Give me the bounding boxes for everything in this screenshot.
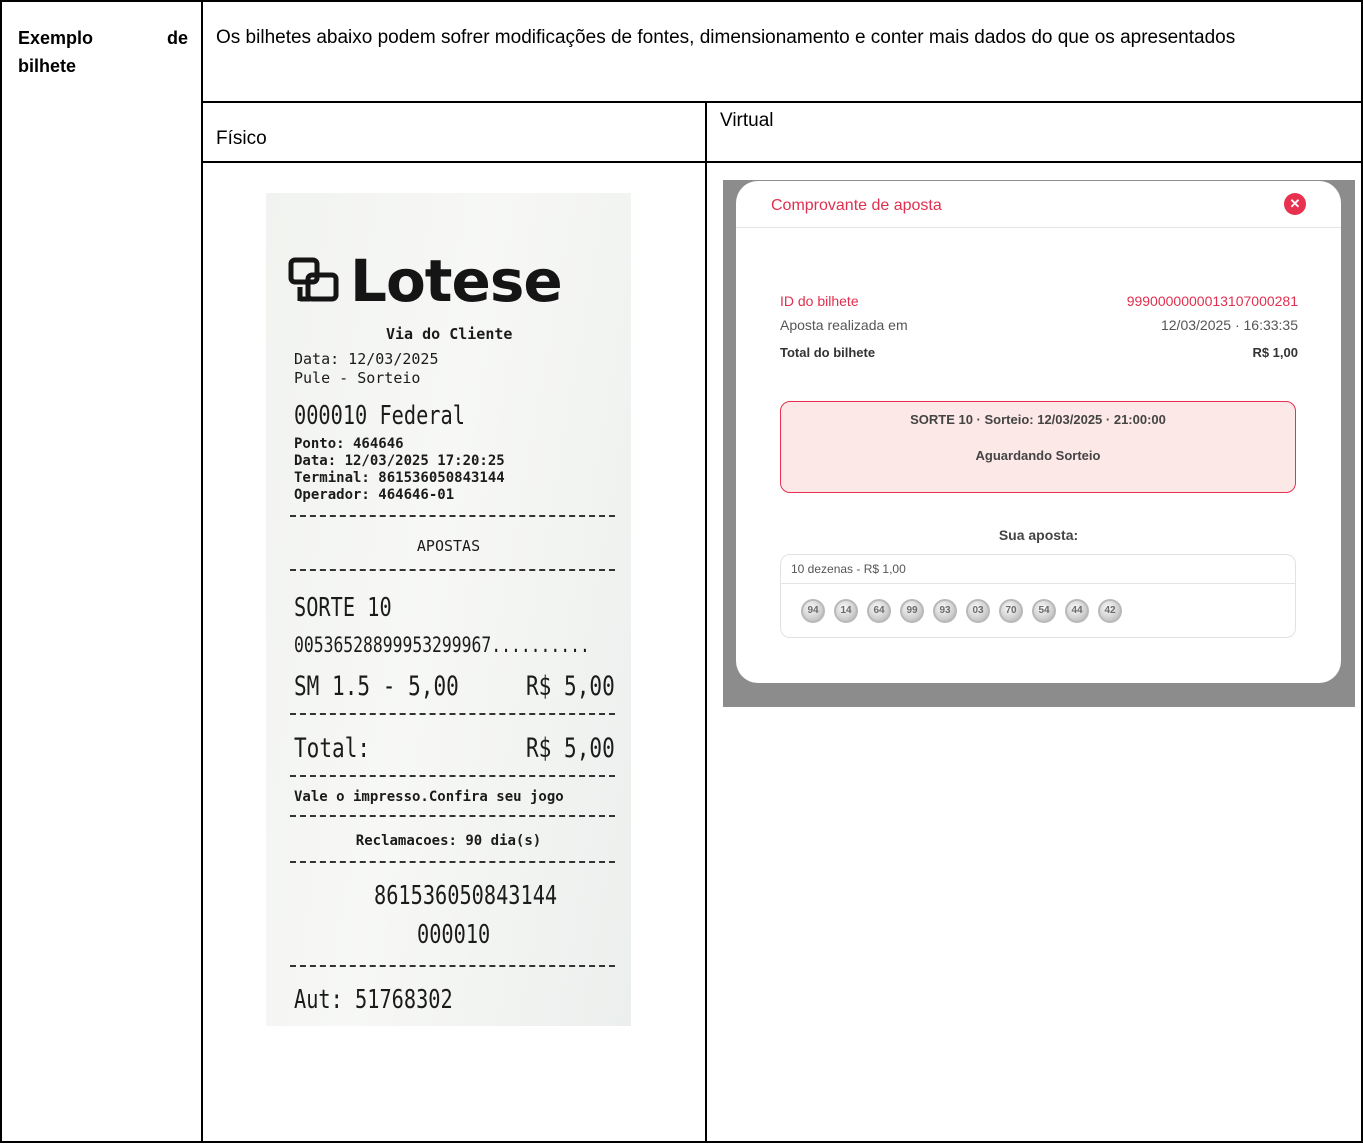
table-border-left <box>0 0 2 1143</box>
virtual-ticket-screenshot: Comprovante de aposta ✕ ID do bilhete 99… <box>723 180 1355 707</box>
receipt-separator <box>290 861 615 863</box>
receipt-data-hora: Data: 12/03/2025 17:20:25 <box>294 453 505 469</box>
receipt-logo-text: Lotese <box>350 247 563 315</box>
receipt-total-value: R$ 5,00 <box>526 733 615 764</box>
modal-title: Comprovante de aposta <box>771 197 942 214</box>
receipt-separator <box>290 569 615 571</box>
number-ball: 42 <box>1098 599 1122 623</box>
receipt-logo: Lotese <box>288 247 563 315</box>
label-word-de: de <box>166 28 188 48</box>
ticket-example-label: Exemplo de bilhete <box>18 24 188 80</box>
receipt-tagline: Via do Cliente <box>386 325 513 343</box>
receipt-apostas-heading: APOSTAS <box>416 537 481 555</box>
number-ball: 14 <box>834 599 858 623</box>
modal-header: Comprovante de aposta ✕ <box>736 181 1341 228</box>
table-divider-headers <box>201 161 1363 163</box>
close-icon[interactable]: ✕ <box>1284 193 1306 215</box>
label-word-exemplo: Exemplo <box>18 28 94 48</box>
ticket-id-value: 9990000000013107000281 <box>1126 293 1298 309</box>
receipt-line-right: R$ 5,00 <box>526 671 615 702</box>
receipt-separator <box>290 965 615 967</box>
ticket-id-row: ID do bilhete 9990000000013107000281 <box>780 293 1298 309</box>
ticket-example-table: Exemplo de bilhete Os bilhetes abaixo po… <box>0 0 1363 1144</box>
bet-receipt-modal: Comprovante de aposta ✕ ID do bilhete 99… <box>736 181 1341 683</box>
receipt-separator <box>290 515 615 517</box>
number-ball: 99 <box>900 599 924 623</box>
number-ball: 03 <box>966 599 990 623</box>
table-divider-label <box>201 0 203 1143</box>
lotese-logo-icon <box>288 257 339 302</box>
bet-details-box: 10 dezenas - R$ 1,00 94 14 64 99 93 03 7… <box>780 554 1296 638</box>
bet-summary: 10 dezenas - R$ 1,00 <box>791 562 906 576</box>
draw-info: SORTE 10 · Sorteio: 12/03/2025 · 21:00:0… <box>910 412 1166 427</box>
receipt-reclamacoes: Reclamacoes: 90 dia(s) <box>355 833 542 849</box>
draw-status-box: SORTE 10 · Sorteio: 12/03/2025 · 21:00:0… <box>780 401 1296 493</box>
receipt-aut: Aut: 51768302 <box>294 985 453 1015</box>
label-word-bilhete: bilhete <box>18 56 77 76</box>
ticket-total-label: Total do bilhete <box>780 345 876 360</box>
receipt-separator <box>290 815 615 817</box>
number-ball: 54 <box>1032 599 1056 623</box>
column-header-fisico: Físico <box>216 128 267 149</box>
column-header-virtual: Virtual <box>720 110 774 131</box>
receipt-date: Data: 12/03/2025 <box>294 350 439 368</box>
number-ball: 64 <box>867 599 891 623</box>
receipt-federal: 000010 Federal <box>294 401 465 431</box>
number-ball: 94 <box>801 599 825 623</box>
receipt-code2: 000010 <box>417 920 491 950</box>
physical-receipt-image: Lotese Via do Cliente Data: 12/03/2025 P… <box>266 193 631 1026</box>
receipt-operador: Operador: 464646-01 <box>294 487 455 503</box>
number-ball: 70 <box>999 599 1023 623</box>
receipt-game: SORTE 10 <box>294 593 392 623</box>
your-bet-heading: Sua aposta: <box>998 527 1079 543</box>
receipt-pule: Pule - Sorteio <box>294 369 421 387</box>
table-divider-intro <box>201 101 1363 103</box>
placed-at-label: Aposta realizada em <box>780 317 908 333</box>
receipt-total-label: Total: <box>294 733 371 764</box>
receipt-vale: Vale o impresso.Confira seu jogo <box>294 789 564 805</box>
receipt-numbers: 00536528899953299967.......... <box>294 633 590 657</box>
draw-status: Aguardando Sorteio <box>975 448 1101 463</box>
number-ball: 44 <box>1065 599 1089 623</box>
placed-at-row: Aposta realizada em 12/03/2025 · 16:33:3… <box>780 317 1298 333</box>
receipt-code1: 861536050843144 <box>374 881 558 911</box>
bet-box-divider <box>781 583 1295 584</box>
number-ball: 93 <box>933 599 957 623</box>
ticket-total-value: R$ 1,00 <box>1252 345 1298 360</box>
ticket-id-label: ID do bilhete <box>780 293 859 309</box>
intro-text: Os bilhetes abaixo podem sofrer modifica… <box>216 27 1236 48</box>
table-divider-columns <box>705 101 707 1143</box>
receipt-separator <box>290 775 615 777</box>
receipt-line-left: SM 1.5 - 5,00 <box>294 671 459 702</box>
table-border-bottom <box>0 1141 1363 1143</box>
receipt-ponto: Ponto: 464646 <box>294 436 404 452</box>
receipt-separator <box>290 713 615 715</box>
receipt-terminal: Terminal: 861536050843144 <box>294 470 505 486</box>
bet-number-list: 94 14 64 99 93 03 70 54 44 42 <box>801 599 1122 623</box>
placed-at-value: 12/03/2025 · 16:33:35 <box>1160 317 1298 333</box>
table-border-top <box>0 0 1363 2</box>
ticket-total-row: Total do bilhete R$ 1,00 <box>780 345 1298 360</box>
